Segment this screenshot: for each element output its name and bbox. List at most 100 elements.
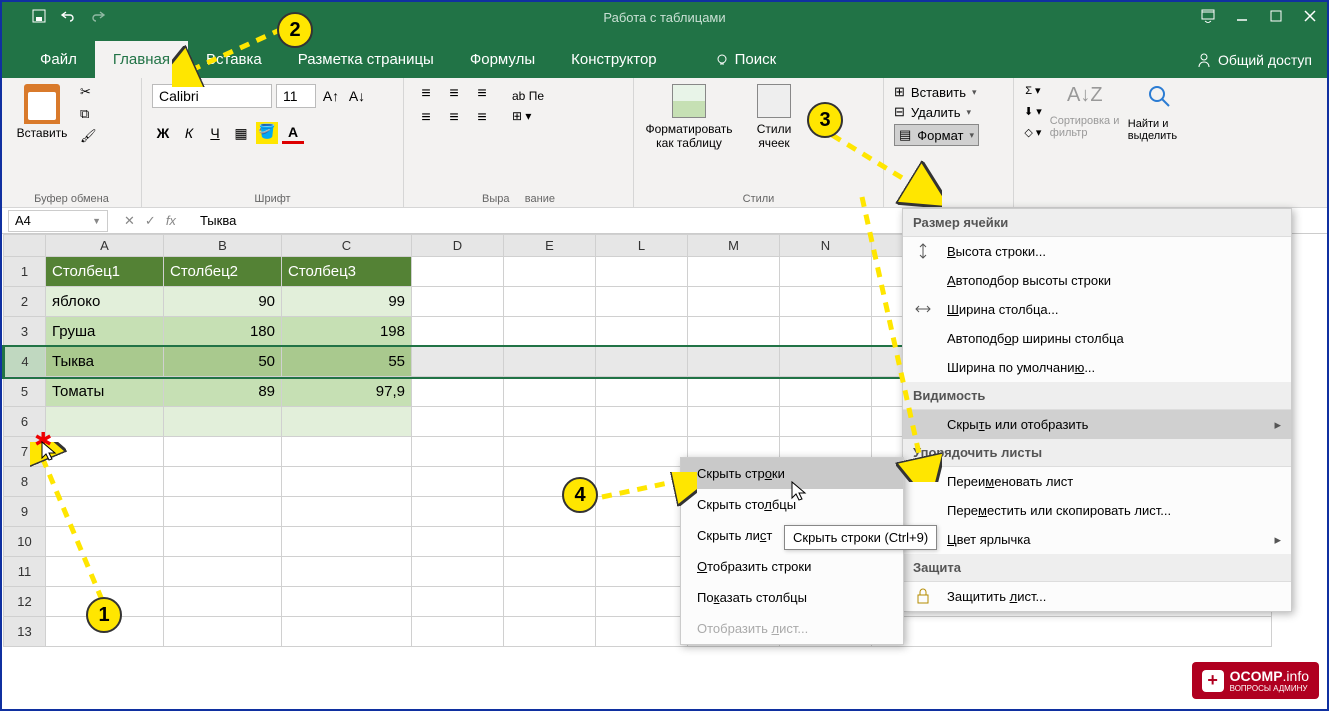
align-top-icon[interactable]: ≡ [414, 84, 438, 104]
col-header-M[interactable]: M [688, 235, 780, 257]
submenu-show-cols[interactable]: Показать столбцы [681, 582, 903, 613]
name-box[interactable]: A4 ▼ [8, 210, 108, 232]
underline-button[interactable]: Ч [204, 122, 226, 144]
cell-selected[interactable]: 55 [282, 347, 412, 377]
row-header[interactable]: 12 [4, 587, 46, 617]
align-left-icon[interactable]: ≡ [414, 108, 438, 128]
save-icon[interactable] [32, 9, 46, 26]
row-header[interactable]: 5 [4, 377, 46, 407]
tab-insert[interactable]: Вставка [188, 41, 280, 78]
menu-protect-sheet[interactable]: Защитить лист... [903, 582, 1291, 611]
cell-styles-button[interactable]: Стили ячеек [742, 84, 806, 150]
tab-table-design[interactable]: Конструктор [553, 41, 675, 78]
cancel-formula-icon[interactable]: ✕ [124, 213, 135, 229]
share-button[interactable]: Общий доступ [1196, 52, 1312, 68]
fill-color-icon[interactable]: 🪣 [256, 122, 278, 144]
font-size-select[interactable] [276, 84, 316, 108]
maximize-icon[interactable] [1269, 9, 1283, 26]
col-header-L[interactable]: L [596, 235, 688, 257]
fx-button[interactable]: fx [166, 213, 176, 229]
cell[interactable]: 198 [282, 317, 412, 347]
insert-cells-button[interactable]: ⊞ Вставить [894, 84, 977, 100]
cell[interactable]: 99 [282, 287, 412, 317]
cell[interactable]: яблоко [46, 287, 164, 317]
table-header-cell[interactable]: Столбец1 [46, 257, 164, 287]
menu-tab-color[interactable]: Цвет ярлычка [903, 525, 1291, 554]
find-select-button[interactable]: Найти и выделить [1128, 84, 1192, 142]
font-color-icon[interactable]: А [282, 122, 304, 144]
sort-filter-button[interactable]: A↓Z Сортировка и фильтр [1050, 84, 1120, 139]
menu-move-copy-sheet[interactable]: Переместить или скопировать лист... [903, 496, 1291, 525]
row-header[interactable]: 10 [4, 527, 46, 557]
cell[interactable]: 89 [164, 377, 282, 407]
tab-page-layout[interactable]: Разметка страницы [280, 41, 452, 78]
tab-formulas[interactable]: Формулы [452, 41, 553, 78]
col-header-A[interactable]: A [46, 235, 164, 257]
align-right-icon[interactable]: ≡ [470, 108, 494, 128]
align-bottom-icon[interactable]: ≡ [470, 84, 494, 104]
ribbon-options-icon[interactable] [1201, 9, 1215, 26]
group-label-cond: вание [525, 193, 555, 205]
col-header-E[interactable]: E [504, 235, 596, 257]
cell-selected[interactable]: 50 [164, 347, 282, 377]
col-header-C[interactable]: C [282, 235, 412, 257]
tab-home[interactable]: Главная [95, 41, 188, 78]
format-cells-button[interactable]: ▤ Формат [894, 124, 979, 146]
border-icon[interactable]: ▦ [230, 122, 252, 144]
italic-button[interactable]: К [178, 122, 200, 144]
row-header[interactable]: 3 [4, 317, 46, 347]
tab-file[interactable]: Файл [22, 41, 95, 78]
undo-icon[interactable] [60, 9, 76, 26]
cell-selected[interactable]: Тыква [46, 347, 164, 377]
table-header-cell[interactable]: Столбец2 [164, 257, 282, 287]
font-name-select[interactable] [152, 84, 272, 108]
menu-rename-sheet[interactable]: Переименовать лист [903, 467, 1291, 496]
submenu-show-rows[interactable]: Отобразить строки [681, 551, 903, 582]
ribbon-tabs: Файл Главная Вставка Разметка страницы Ф… [2, 32, 1327, 78]
cell[interactable]: 97,9 [282, 377, 412, 407]
wrap-text-button[interactable]: ab Пе [512, 89, 544, 103]
menu-default-width[interactable]: Ширина по умолчанию... [903, 353, 1291, 382]
col-header-D[interactable]: D [412, 235, 504, 257]
row-header[interactable]: 8 [4, 467, 46, 497]
close-icon[interactable] [1303, 9, 1317, 26]
bold-button[interactable]: Ж [152, 122, 174, 144]
cut-icon[interactable]: ✂ [80, 84, 97, 100]
menu-row-height[interactable]: Высота строки... [903, 237, 1291, 266]
menu-hide-show[interactable]: Скрыть или отобразить [903, 410, 1291, 439]
cell[interactable]: 90 [164, 287, 282, 317]
align-middle-icon[interactable]: ≡ [442, 84, 466, 104]
format-painter-icon[interactable]: 🖌 [80, 128, 97, 144]
merge-button[interactable]: ⊞ ▾ [512, 109, 544, 123]
redo-icon[interactable] [90, 9, 106, 26]
menu-autofit-row[interactable]: Автоподбор высоты строки [903, 266, 1291, 295]
paste-button[interactable]: Вставить [12, 84, 72, 140]
clear-icon[interactable]: ◇ ▾ [1024, 126, 1041, 139]
search-box[interactable]: Поиск [715, 51, 777, 78]
copy-icon[interactable]: ⧉ [80, 106, 97, 122]
autosum-icon[interactable]: Σ ▾ [1025, 84, 1040, 97]
table-header-cell[interactable]: Столбец3 [282, 257, 412, 287]
cell[interactable]: 180 [164, 317, 282, 347]
cell[interactable]: Томаты [46, 377, 164, 407]
row-header[interactable]: 11 [4, 557, 46, 587]
row-header[interactable]: 1 [4, 257, 46, 287]
fill-icon[interactable]: ⬇ ▾ [1024, 105, 1042, 118]
cell[interactable]: Груша [46, 317, 164, 347]
format-as-table-button[interactable]: Форматировать как таблицу [644, 84, 734, 150]
col-header-N[interactable]: N [780, 235, 872, 257]
callout-2: 2 [277, 12, 313, 48]
increase-font-icon[interactable]: A↑ [320, 85, 342, 107]
minimize-icon[interactable] [1235, 9, 1249, 26]
delete-cells-button[interactable]: ⊟ Удалить [894, 104, 971, 120]
row-header-selected[interactable]: 4 [4, 347, 46, 377]
col-header-B[interactable]: B [164, 235, 282, 257]
decrease-font-icon[interactable]: A↓ [346, 85, 368, 107]
align-center-icon[interactable]: ≡ [442, 108, 466, 128]
row-header[interactable]: 13 [4, 617, 46, 647]
enter-formula-icon[interactable]: ✓ [145, 213, 156, 229]
row-header[interactable]: 2 [4, 287, 46, 317]
menu-autofit-col[interactable]: Автоподбор ширины столбца [903, 324, 1291, 353]
row-header[interactable]: 9 [4, 497, 46, 527]
menu-col-width[interactable]: Ширина столбца... [903, 295, 1291, 324]
